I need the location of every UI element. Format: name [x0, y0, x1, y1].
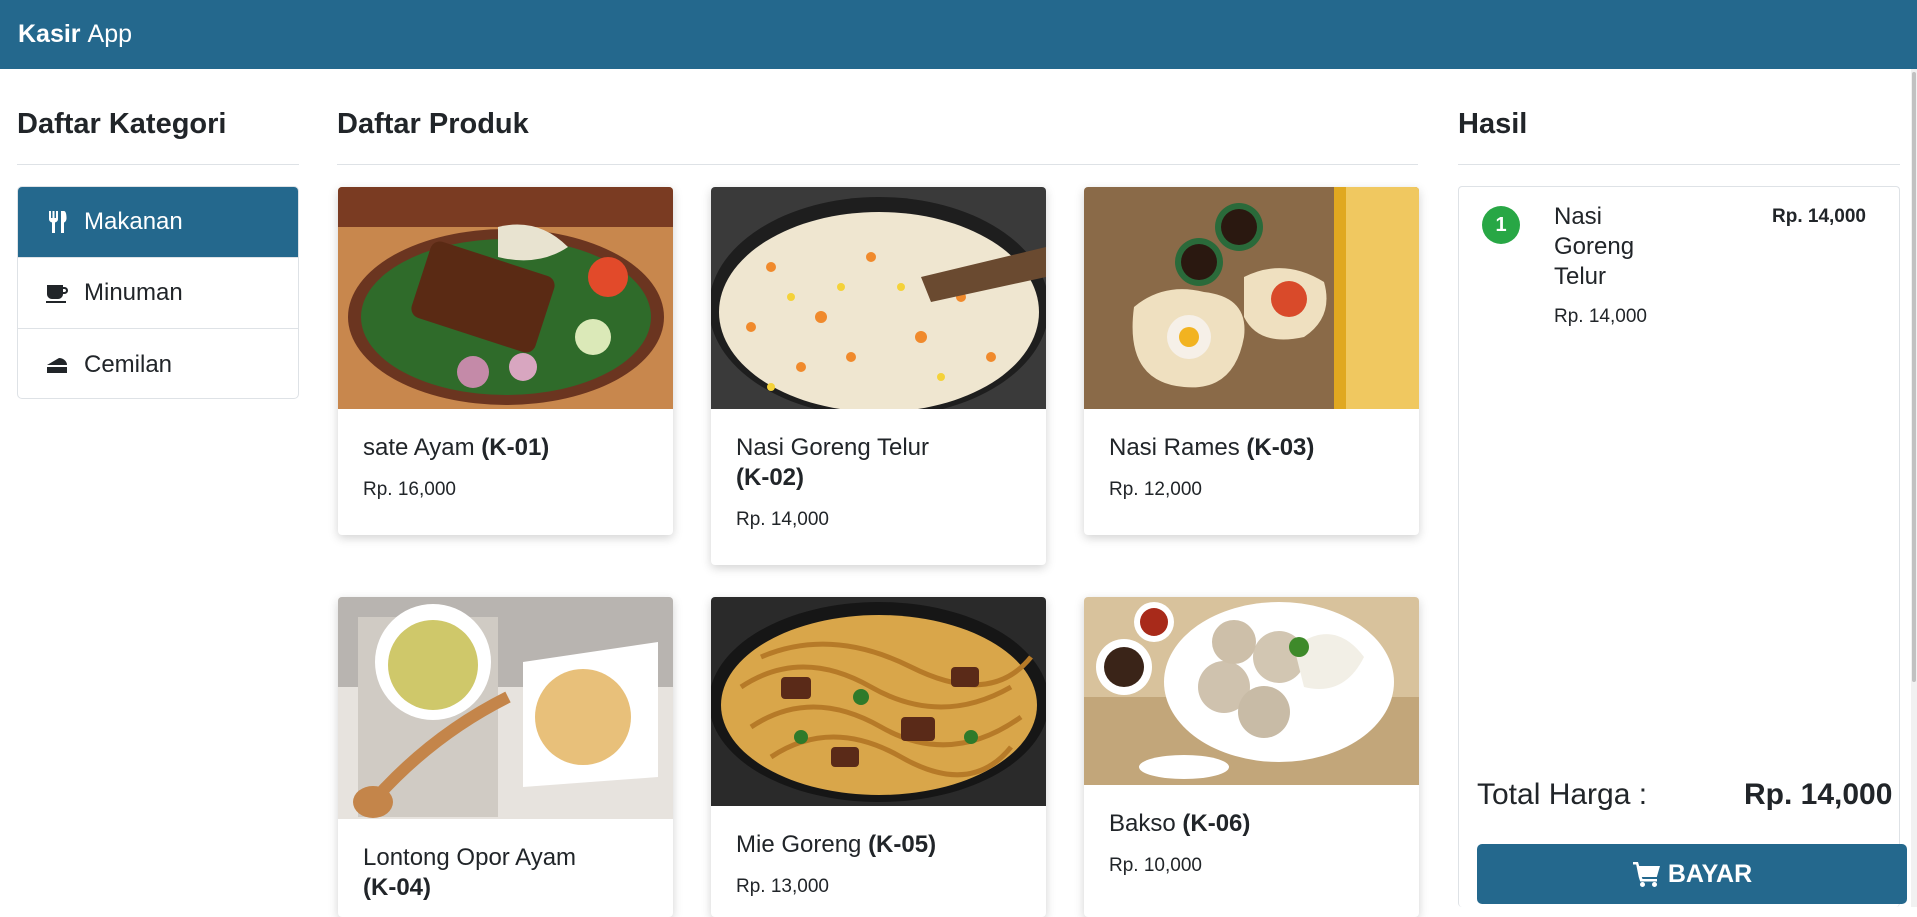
category-label: Makanan [84, 208, 183, 235]
categories-title: Daftar Kategori [17, 108, 227, 140]
brand-name-rest[interactable]: App [88, 20, 132, 49]
navbar: Kasir App [0, 0, 1917, 69]
order-quantity-badge: 1 [1482, 206, 1520, 244]
product-code: (K-05) [868, 831, 937, 858]
categories-divider [17, 164, 299, 165]
order-item-name[interactable]: Nasi Goreng Telur [1554, 202, 1674, 292]
product-name: sate Ayam (K-01) [363, 434, 550, 461]
product-price: Rp. 14,000 [736, 509, 829, 530]
category-label: Cemilan [84, 350, 173, 378]
product-price: Rp. 13,000 [736, 876, 829, 897]
order-item-total: Rp. 14,000 [1772, 206, 1866, 227]
product-name: Bakso (K-06) [1109, 810, 1251, 837]
result-title: Hasil [1458, 108, 1528, 140]
product-card-k02[interactable]: Nasi Goreng Telur (K-02) Rp. 14,000 [711, 187, 1046, 565]
bakso-image [1084, 597, 1419, 785]
product-price: Rp. 10,000 [1109, 855, 1202, 876]
products-divider [337, 164, 1418, 165]
product-name: Mie Goreng (K-05) [736, 831, 937, 858]
total-price-label: Total Harga : [1477, 778, 1648, 811]
nasi-goreng-image [711, 187, 1046, 409]
product-name: Nasi Goreng Telur (K-02) [736, 434, 929, 491]
category-list: Makanan Minuman Cemilan [17, 186, 299, 399]
cake-slice-icon [42, 350, 72, 380]
product-card-k06[interactable]: Bakso (K-06) Rp. 10,000 [1084, 597, 1419, 917]
sate-ayam-image [338, 187, 673, 409]
result-divider [1458, 164, 1900, 165]
coffee-cup-icon [42, 278, 72, 308]
category-item-makanan[interactable]: Makanan [18, 187, 298, 258]
shopping-cart-icon [1632, 860, 1668, 888]
category-item-minuman[interactable]: Minuman [18, 258, 298, 329]
product-code: (K-02) [736, 464, 805, 491]
nasi-rames-image [1084, 187, 1419, 409]
total-price-value: Rp. 14,000 [1744, 778, 1893, 811]
product-card-k01[interactable]: sate Ayam (K-01) Rp. 16,000 [338, 187, 673, 535]
pay-button-label: BAYAR [1667, 859, 1753, 888]
product-name: Lontong Opor Ayam (K-04) [363, 844, 577, 901]
product-card-k05[interactable]: Mie Goreng (K-05) Rp. 13,000 [711, 597, 1046, 917]
category-label: Minuman [84, 279, 183, 306]
utensils-icon [42, 207, 72, 237]
brand-name-bold[interactable]: Kasir [18, 20, 81, 49]
product-code: (K-04) [363, 874, 432, 901]
product-price: Rp. 16,000 [363, 479, 456, 500]
category-item-cemilan[interactable]: Cemilan [18, 329, 298, 398]
product-code: (K-01) [481, 434, 550, 461]
scrollbar-thumb[interactable] [1912, 72, 1916, 682]
product-code: (K-03) [1246, 434, 1315, 461]
pay-button[interactable]: BAYAR [1477, 844, 1907, 904]
products-title: Daftar Produk [337, 108, 529, 140]
product-price: Rp. 12,000 [1109, 479, 1202, 500]
lontong-opor-image [338, 597, 673, 819]
product-name: Nasi Rames (K-03) [1109, 434, 1315, 461]
order-item-unit-price: Rp. 14,000 [1554, 306, 1647, 327]
product-card-k03[interactable]: Nasi Rames (K-03) Rp. 12,000 [1084, 187, 1419, 535]
mie-goreng-image [711, 597, 1046, 806]
product-card-k04[interactable]: Lontong Opor Ayam (K-04) [338, 597, 673, 917]
product-code: (K-06) [1182, 810, 1251, 837]
